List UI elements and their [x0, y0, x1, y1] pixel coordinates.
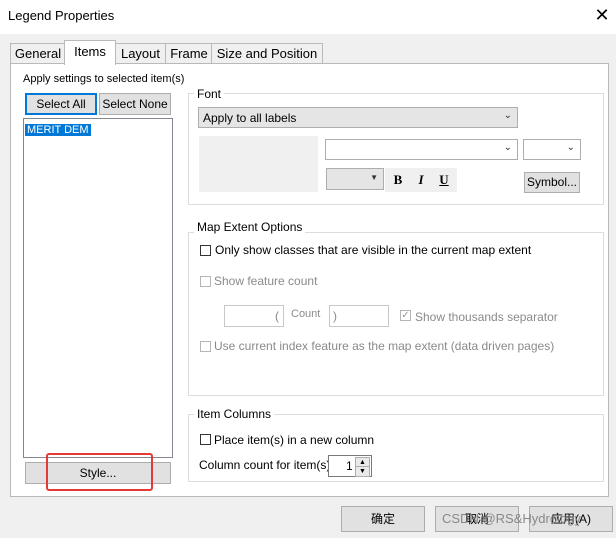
chevron-down-icon: ⌄	[503, 142, 512, 153]
tab-layout[interactable]: Layout	[114, 43, 167, 64]
select-none-button[interactable]: Select None	[99, 93, 171, 115]
font-size-combo[interactable]: ⌄	[523, 139, 581, 160]
italic-button[interactable]: I	[411, 170, 431, 190]
list-item[interactable]: MERIT DEM	[25, 122, 172, 137]
apply-settings-label: Apply settings to selected item(s)	[23, 73, 185, 85]
legend-items-list[interactable]: MERIT DEM	[23, 118, 173, 458]
thousands-separator-checkbox[interactable]: ✓	[400, 310, 411, 321]
only-show-checkbox[interactable]	[200, 245, 211, 256]
list-item-label: MERIT DEM	[25, 124, 91, 136]
count-label: Count	[291, 308, 321, 320]
checkmark-icon: ✓	[401, 310, 410, 321]
watermark: CSDN @RS&Hydrology	[442, 511, 581, 526]
count-prefix-field[interactable]: (	[224, 305, 284, 327]
map-extent-group-title: Map Extent Options	[194, 220, 306, 234]
window-title: Legend Properties	[8, 8, 115, 23]
font-group-title: Font	[194, 87, 225, 101]
show-feature-count-checkbox[interactable]	[200, 276, 211, 287]
caret-down-icon: ▼	[370, 173, 378, 182]
tab-general[interactable]: General	[10, 43, 66, 64]
stepper-down-icon[interactable]: ▼	[355, 466, 370, 477]
tab-size-and-position[interactable]: Size and Position	[211, 43, 323, 64]
chevron-down-icon: ⌄	[566, 142, 575, 153]
count-suffix-field[interactable]: )	[329, 305, 389, 327]
ok-button[interactable]: 确定	[341, 506, 425, 532]
apply-to-combo[interactable]: Apply to all labels ⌄	[198, 107, 518, 128]
new-column-label: Place item(s) in a new column	[214, 433, 375, 447]
only-show-label: Only show classes that are visible in th…	[215, 243, 532, 257]
symbol-button[interactable]: Symbol...	[524, 172, 580, 193]
new-column-checkbox[interactable]	[200, 434, 211, 445]
use-index-checkbox[interactable]	[200, 341, 211, 352]
column-count-value: 1	[346, 459, 353, 473]
font-preview	[199, 136, 318, 192]
column-count-label: Column count for item(s)	[199, 458, 331, 472]
item-columns-group-title: Item Columns	[194, 407, 275, 421]
open-paren-text: (	[275, 309, 279, 323]
tab-items[interactable]: Items	[64, 40, 116, 65]
tab-frame[interactable]: Frame	[165, 43, 213, 64]
chevron-down-icon: ⌄	[503, 110, 512, 121]
bold-button[interactable]: B	[388, 170, 408, 190]
underline-button[interactable]: U	[434, 170, 454, 190]
use-index-label: Use current index feature as the map ext…	[214, 339, 555, 353]
thousands-separator-label: Show thousands separator	[415, 310, 558, 324]
font-color-picker[interactable]: ▼	[326, 168, 384, 190]
font-name-combo[interactable]: ⌄	[325, 139, 518, 160]
close-paren-text: )	[333, 309, 337, 323]
column-count-stepper[interactable]: 1 ▲ ▼	[328, 455, 372, 477]
close-icon[interactable]: ✕	[592, 5, 612, 25]
show-feature-count-label: Show feature count	[214, 274, 318, 288]
apply-to-value: Apply to all labels	[203, 111, 297, 125]
highlight-box	[46, 453, 153, 491]
select-all-button[interactable]: Select All	[25, 93, 97, 115]
